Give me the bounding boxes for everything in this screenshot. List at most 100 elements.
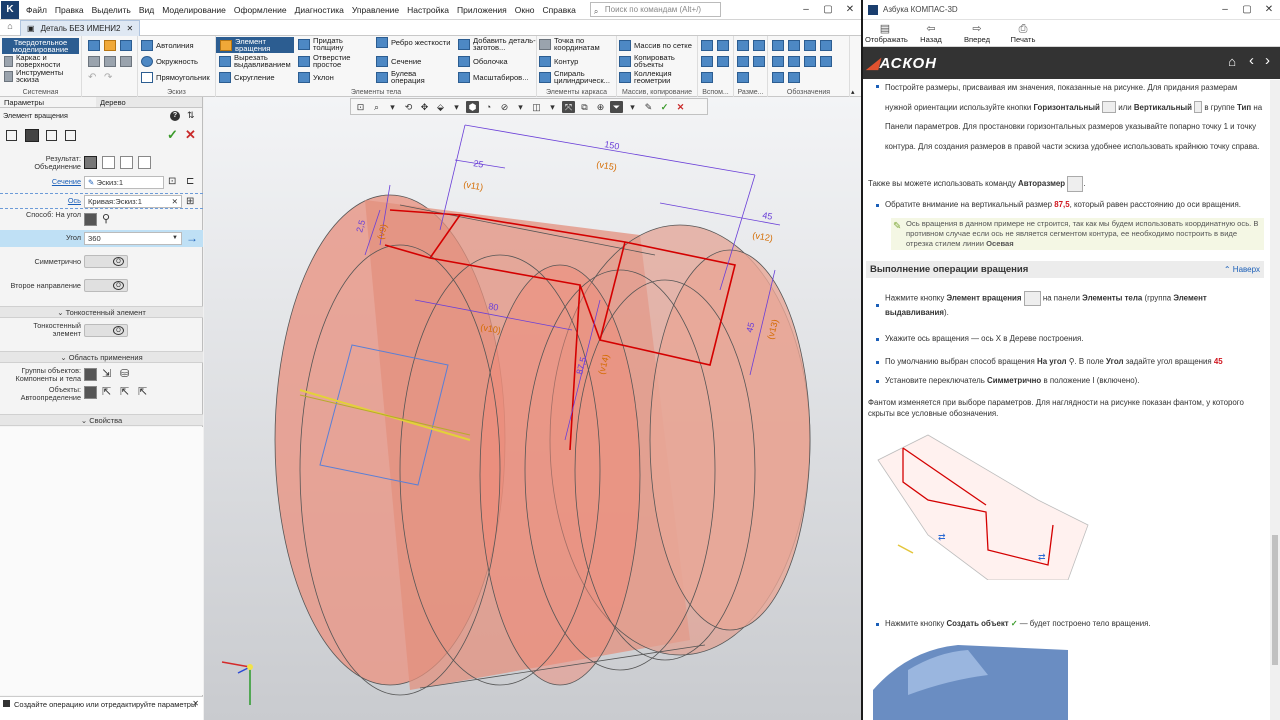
menu-select[interactable]: Выделить	[88, 5, 135, 15]
rectangle-button[interactable]: Прямоугольник	[141, 72, 210, 83]
mode-icon-3[interactable]	[46, 130, 57, 141]
menu-formatting[interactable]: Оформление	[230, 5, 291, 15]
pick-icon[interactable]: ✎	[642, 101, 655, 113]
menu-window[interactable]: Окно	[511, 5, 539, 15]
cylinder-end-face[interactable]	[649, 249, 811, 631]
axis-label[interactable]: Ось	[68, 197, 81, 205]
help-scrollbar[interactable]	[1270, 80, 1280, 720]
auto-dim-icon[interactable]	[737, 72, 749, 83]
pan-icon[interactable]: ✥	[418, 101, 431, 113]
minimize-icon[interactable]: –	[795, 4, 817, 15]
menu-file[interactable]: Файл	[22, 5, 51, 15]
result-union-icon[interactable]	[84, 156, 97, 169]
helix-button[interactable]: Спираль цилиндрическ...	[539, 70, 617, 84]
groups-surfaces-icon[interactable]: ⛁	[120, 367, 129, 380]
hide-icon[interactable]: ⊘	[498, 101, 511, 113]
grid-array-button[interactable]: Массив по сетке	[619, 40, 692, 51]
thicken-button[interactable]: Придать толщину	[298, 37, 370, 51]
menu-diagnostics[interactable]: Диагностика	[291, 5, 348, 15]
close-window-icon[interactable]: ✕	[839, 4, 861, 15]
objects-all-icon[interactable]: ⇱	[120, 385, 129, 398]
tab-tree[interactable]: Дерево	[96, 97, 130, 107]
copy-objects-button[interactable]: Копировать объекты	[619, 54, 697, 68]
settings-icon[interactable]	[120, 56, 132, 67]
menu-edit[interactable]: Правка	[51, 5, 88, 15]
redo-icon[interactable]: ↷	[104, 72, 112, 83]
angle-dropdown-icon[interactable]: ▼	[172, 233, 178, 244]
aux-line-icon[interactable]	[701, 56, 713, 67]
draft-button[interactable]: Уклон	[298, 72, 334, 83]
measure-icon[interactable]: ⊕	[594, 101, 607, 113]
tolerance-icon[interactable]	[820, 40, 832, 51]
forward-button[interactable]: ⇨ Вперед	[957, 24, 997, 45]
zoom-dropdown-icon[interactable]: ▾	[386, 101, 399, 113]
groups-components-icon[interactable]	[84, 368, 97, 381]
home-icon[interactable]: ⌂	[2, 21, 18, 35]
cut-line-icon[interactable]	[820, 56, 832, 67]
display-mode-icon[interactable]: ⬢	[466, 100, 479, 113]
position-icon[interactable]	[788, 56, 800, 67]
fillet-button[interactable]: Скругление	[219, 72, 275, 83]
groups-bodies-icon[interactable]: ⇲	[102, 367, 111, 380]
shell-button[interactable]: Оболочка	[458, 56, 508, 67]
simple-hole-button[interactable]: Отверстие простое	[298, 54, 370, 68]
mode-icon-4[interactable]	[65, 130, 76, 141]
result-intersect-icon[interactable]	[120, 156, 133, 169]
help-close-icon[interactable]: ✕	[1258, 4, 1280, 15]
tab-parameters[interactable]: Параметры	[0, 97, 96, 107]
3d-viewport[interactable]: 150 (v15) 25 (v11) 45 (v12) 2,5 (v9) 80 …	[204, 97, 861, 720]
result-cut-icon[interactable]	[102, 156, 115, 169]
open-file-icon[interactable]	[104, 40, 116, 51]
abort-icon[interactable]: ✕	[674, 101, 687, 113]
properties-icon[interactable]	[104, 56, 116, 67]
boolean-button[interactable]: Булева операция	[376, 70, 452, 84]
scope-section-header[interactable]: ⌄ Область применения	[0, 351, 203, 363]
section-view-icon[interactable]: ◫	[530, 101, 543, 113]
axis-icon[interactable]	[717, 40, 729, 51]
section-label[interactable]: Сечение	[52, 178, 81, 186]
aux-point-icon[interactable]	[717, 56, 729, 67]
model-view[interactable]: 150 (v15) 25 (v11) 45 (v12) 2,5 (v9) 80 …	[204, 97, 861, 720]
geometry-collection-button[interactable]: Коллекция геометрии	[619, 70, 697, 84]
pin-icon[interactable]: ⇅	[187, 110, 195, 121]
symmetric-toggle[interactable]: O	[84, 255, 128, 268]
ribbon-collapse-icon[interactable]: ▴	[851, 88, 855, 96]
radius-dim-icon[interactable]	[737, 56, 749, 67]
filter-icon[interactable]: ⏷	[610, 100, 623, 113]
marking-icon[interactable]	[804, 56, 816, 67]
angle-input[interactable]: 360 ▼	[84, 232, 182, 245]
save-icon[interactable]	[120, 40, 132, 51]
rib-button[interactable]: Ребро жесткости	[376, 37, 452, 48]
show-button[interactable]: ▤ Отображать	[865, 24, 908, 45]
extrude-cut-button[interactable]: Вырезать выдавливанием	[219, 54, 295, 68]
roughness-icon[interactable]	[772, 40, 784, 51]
menu-view[interactable]: Вид	[135, 5, 158, 15]
mode-wireframe-surfaces[interactable]: Каркас и поверхности	[4, 54, 78, 68]
mode-solid-modeling[interactable]: Твердотельное моделирование	[2, 38, 79, 54]
thin-wall-toggle[interactable]: O	[84, 324, 128, 337]
help-maximize-icon[interactable]: ▢	[1236, 4, 1258, 15]
new-file-icon[interactable]	[88, 40, 100, 51]
axis-pick-icon[interactable]: ⊞	[186, 196, 194, 207]
rotate-icon[interactable]: ⟲	[402, 101, 415, 113]
undo-icon[interactable]: ↶	[88, 72, 96, 83]
back-button[interactable]: ⇦ Назад	[911, 24, 951, 45]
scrollbar-thumb[interactable]	[1272, 535, 1278, 665]
home-icon[interactable]: ⌂	[1228, 54, 1236, 69]
copy-view-icon[interactable]: ⧉	[578, 101, 591, 113]
print-icon[interactable]	[88, 56, 100, 67]
mode-icon-2[interactable]	[25, 129, 39, 142]
diameter-dim-icon[interactable]	[753, 56, 765, 67]
menu-help[interactable]: Справка	[539, 5, 580, 15]
command-search-input[interactable]: ⌕ Поиск по командам (Alt+/)	[589, 2, 721, 17]
cancel-icon[interactable]: ✕	[185, 127, 196, 143]
next-page-icon[interactable]: ›	[1265, 52, 1270, 69]
objects-except-icon[interactable]: ⇱	[138, 385, 147, 398]
method-by-angle-icon[interactable]	[84, 213, 97, 226]
close-tab-icon[interactable]: ✕	[126, 21, 133, 36]
plane-icon[interactable]	[701, 40, 713, 51]
section-dropdown-icon[interactable]: ▾	[546, 101, 559, 113]
text-icon[interactable]	[772, 56, 784, 67]
create-object-icon[interactable]: ✓	[167, 127, 178, 143]
section-edit-icon[interactable]: ⊏	[186, 176, 194, 187]
